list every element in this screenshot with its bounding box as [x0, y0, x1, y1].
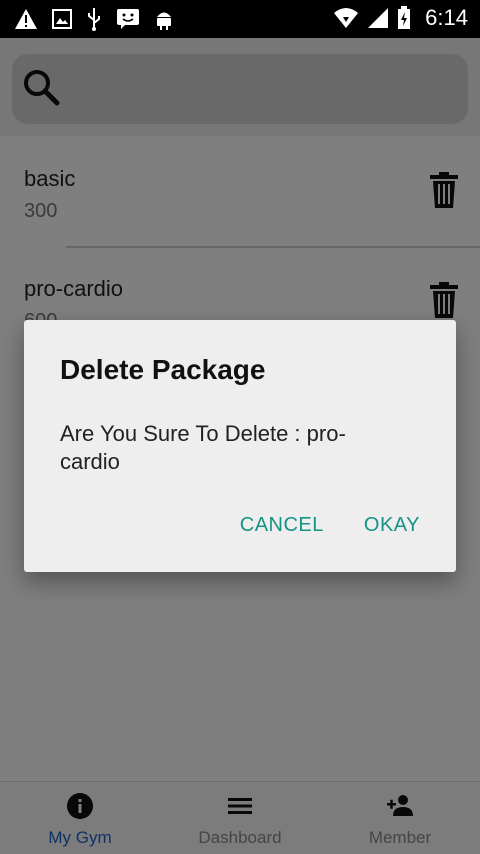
usb-icon — [88, 8, 100, 31]
delete-package-dialog: Delete Package Are You Sure To Delete : … — [24, 320, 456, 572]
chat-icon — [117, 9, 139, 29]
image-icon — [52, 9, 72, 29]
okay-button[interactable]: OKAY — [364, 514, 420, 537]
dialog-message: Are You Sure To Delete : pro-cardio — [60, 421, 346, 474]
dialog-title: Delete Package — [60, 354, 266, 385]
battery-icon — [398, 6, 411, 29]
status-time: 6:14 — [425, 5, 468, 30]
wifi-icon — [334, 8, 359, 28]
dialog-actions: CANCEL OKAY — [240, 514, 420, 537]
status-bar: 6:14 — [0, 0, 480, 38]
android-icon — [157, 12, 171, 30]
warning-icon — [15, 9, 37, 29]
signal-icon — [368, 8, 389, 28]
cancel-button[interactable]: CANCEL — [240, 514, 324, 537]
